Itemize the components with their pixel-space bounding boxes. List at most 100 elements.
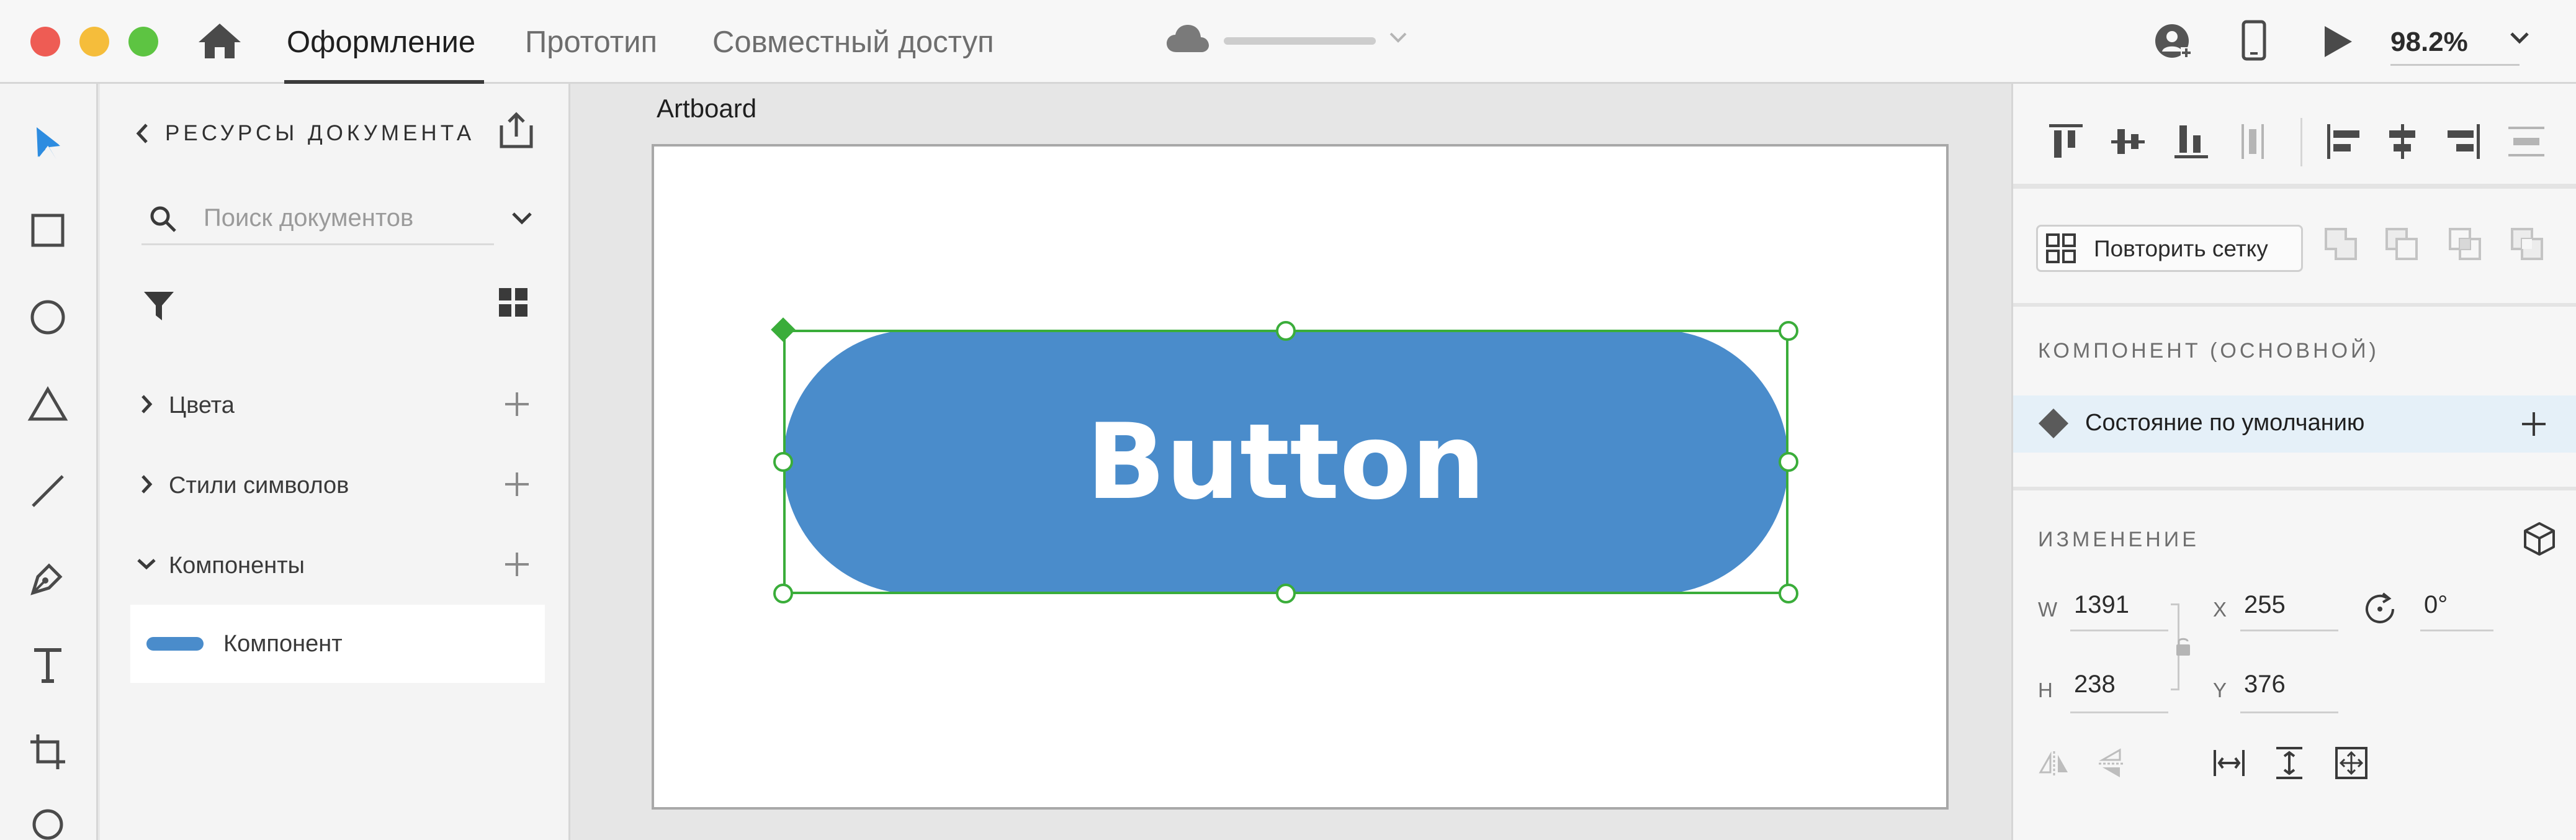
back-chevron-icon[interactable]: [135, 122, 149, 145]
boolean-subtract-icon[interactable]: [2384, 227, 2419, 261]
inspector-divider: [2013, 184, 2576, 189]
boolean-intersect-icon[interactable]: [2448, 227, 2482, 261]
rotation-input[interactable]: 0°: [2424, 590, 2448, 620]
play-icon[interactable]: [2322, 25, 2353, 58]
resize-handle-bottom[interactable]: [1276, 584, 1296, 603]
lock-icon[interactable]: [2174, 636, 2192, 657]
ellipse-icon[interactable]: [22, 292, 73, 343]
boolean-exclude-icon[interactable]: [2510, 227, 2544, 261]
component-thumbnail: [146, 637, 204, 651]
resize-handle-left[interactable]: [773, 452, 793, 472]
y-underline: [2240, 711, 2338, 713]
section-components[interactable]: Компоненты: [169, 551, 305, 580]
minimize-window-button[interactable]: [79, 27, 109, 56]
3d-transform-cube-icon[interactable]: [2523, 522, 2556, 556]
align-right-icon[interactable]: [2445, 123, 2481, 160]
selection-box: [783, 330, 1788, 594]
rotation-icon: [2362, 591, 2398, 627]
distribute-vertical-icon[interactable]: [2239, 123, 2266, 160]
fit-content-icon[interactable]: [2335, 746, 2368, 780]
export-share-icon[interactable]: [499, 112, 534, 149]
flip-vertical-icon[interactable]: [2098, 747, 2125, 780]
artboard-icon[interactable]: [22, 726, 73, 777]
rotation-underline: [2420, 630, 2493, 631]
resize-handle-bottom-left[interactable]: [773, 584, 793, 603]
resize-handle-top-right[interactable]: [1779, 321, 1798, 341]
chevron-down-icon[interactable]: [1389, 31, 1407, 43]
rectangle-icon[interactable]: [22, 205, 73, 256]
zoom-chevron-down-icon[interactable]: [2510, 31, 2529, 45]
width-input[interactable]: 1391: [2074, 590, 2129, 620]
height-underline: [2070, 711, 2168, 713]
boolean-add-icon[interactable]: [2323, 227, 2358, 261]
repeat-grid-label: Повторить сетку: [2094, 236, 2268, 261]
transform-section-header: ИЗМЕНЕНИЕ: [2038, 528, 2199, 551]
mobile-preview-icon[interactable]: [2242, 20, 2266, 61]
home-icon[interactable]: [197, 22, 242, 60]
default-state-label: Состояние по умолчанию: [2085, 410, 2365, 436]
responsive-height-icon[interactable]: [2274, 746, 2305, 780]
height-input[interactable]: 238: [2074, 669, 2116, 699]
tab-design[interactable]: Оформление: [287, 25, 475, 60]
section-character-styles[interactable]: Стили символов: [169, 471, 349, 500]
add-state-plus-icon[interactable]: [2521, 411, 2547, 437]
width-label: W: [2038, 598, 2058, 621]
artboard-name[interactable]: Artboard: [657, 93, 756, 124]
align-left-icon[interactable]: [2326, 123, 2362, 160]
align-center-icon[interactable]: [2384, 123, 2420, 160]
inspector-divider: [2013, 487, 2576, 490]
distribute-horizontal-icon[interactable]: [2507, 123, 2546, 160]
x-label: X: [2213, 598, 2227, 621]
resize-handle-bottom-right[interactable]: [1779, 584, 1798, 603]
align-divider: [2300, 118, 2302, 166]
text-icon[interactable]: [22, 639, 73, 690]
flip-horizontal-icon[interactable]: [2038, 750, 2070, 777]
expand-chevron-icon[interactable]: [140, 394, 153, 414]
resize-handle-right[interactable]: [1779, 452, 1798, 472]
select-arrow-icon[interactable]: [22, 118, 73, 169]
resize-handle-top[interactable]: [1276, 321, 1296, 341]
property-inspector: [2011, 84, 2576, 840]
align-bottom-icon[interactable]: [2173, 123, 2209, 160]
pen-icon[interactable]: [22, 553, 73, 603]
y-label: Y: [2213, 679, 2227, 702]
responsive-width-icon[interactable]: [2213, 747, 2245, 779]
cloud-icon: [1165, 24, 1210, 53]
collapse-chevron-icon[interactable]: [137, 558, 156, 570]
zoom-level[interactable]: 98.2%: [2390, 25, 2468, 60]
x-input[interactable]: 255: [2244, 590, 2286, 620]
search-underline: [141, 243, 494, 245]
share-user-icon[interactable]: [2153, 22, 2193, 62]
expand-chevron-icon[interactable]: [140, 474, 153, 494]
grid-view-icon[interactable]: [498, 287, 529, 318]
zoom-underline: [2390, 64, 2520, 66]
line-icon[interactable]: [22, 466, 73, 517]
y-input[interactable]: 376: [2244, 669, 2286, 699]
height-label: H: [2038, 679, 2053, 702]
x-underline: [2240, 630, 2338, 631]
repeat-grid-icon: [2045, 233, 2076, 264]
search-input[interactable]: Поиск документов: [204, 203, 413, 233]
add-character-style-plus-icon[interactable]: [504, 471, 530, 497]
document-assets-panel: [100, 84, 570, 840]
triangle-icon[interactable]: [22, 379, 73, 430]
close-window-button[interactable]: [30, 27, 60, 56]
maximize-window-button[interactable]: [128, 27, 158, 56]
component-name: Компонент: [223, 631, 343, 657]
add-color-plus-icon[interactable]: [504, 391, 530, 417]
align-middle-icon[interactable]: [2110, 123, 2146, 160]
search-icon: [149, 205, 177, 233]
filter-icon[interactable]: [143, 291, 175, 322]
component-section-header: КОМПОНЕНТ (ОСНОВНОЙ): [2038, 339, 2379, 363]
inspector-divider: [2013, 303, 2576, 307]
tab-share[interactable]: Совместный доступ: [712, 25, 994, 60]
width-underline: [2070, 630, 2168, 631]
align-top-icon[interactable]: [2048, 123, 2084, 160]
document-name-field[interactable]: [1224, 37, 1376, 45]
tab-prototype[interactable]: Прототип: [525, 25, 657, 60]
search-filter-chevron-icon[interactable]: [511, 211, 532, 226]
section-colors[interactable]: Цвета: [169, 391, 235, 420]
zoom-tool-icon[interactable]: [22, 807, 73, 840]
assets-panel-title: РЕСУРСЫ ДОКУМЕНТА: [165, 121, 475, 145]
add-component-plus-icon[interactable]: [504, 551, 530, 577]
